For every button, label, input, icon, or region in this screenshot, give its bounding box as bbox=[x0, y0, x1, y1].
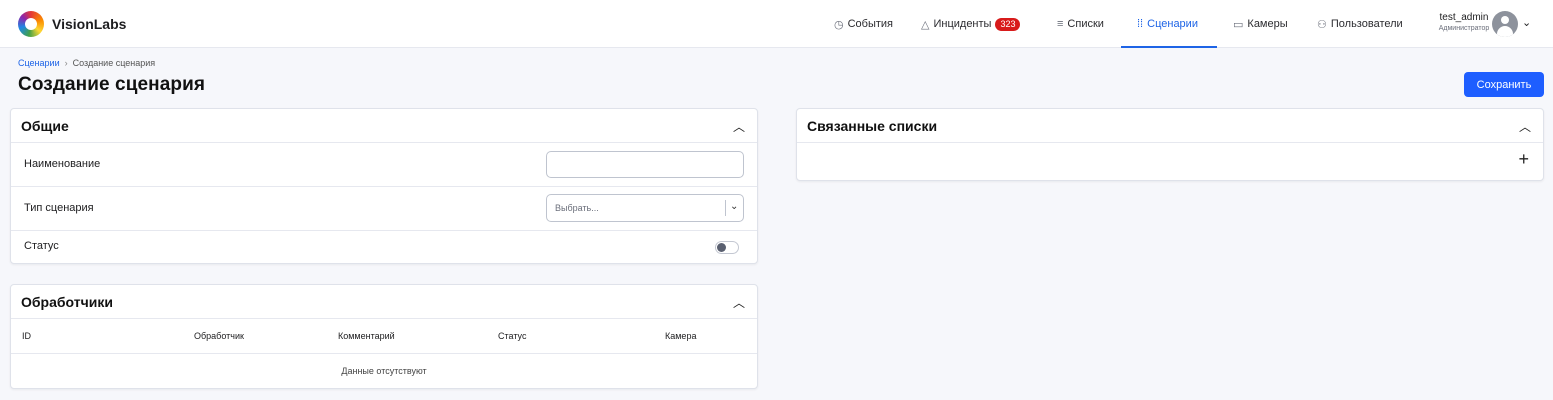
chevron-down-icon: ⌄ bbox=[730, 201, 739, 212]
user-role: Администратор bbox=[1438, 25, 1490, 32]
nav-item-label: Камеры bbox=[1247, 18, 1288, 30]
general-card: Общие ︿ Наименование Тип сценария Выбрат… bbox=[10, 108, 758, 264]
breadcrumb-separator: › bbox=[64, 58, 68, 68]
nav-item-cameras[interactable]: ▭ Камеры bbox=[1233, 0, 1288, 48]
column-header-status[interactable]: Статус bbox=[498, 331, 526, 341]
name-input[interactable] bbox=[546, 151, 744, 178]
handlers-card: Обработчики ︿ ID Обработчик Комментарий … bbox=[10, 284, 758, 389]
main-nav: ◷ События △ Инциденты 323 ≡ Списки ⁞⁞ Сц… bbox=[0, 0, 1553, 48]
breadcrumb-link-scenarios[interactable]: Сценарии bbox=[18, 58, 60, 68]
nav-item-users[interactable]: ⚇ Пользователи bbox=[1317, 0, 1403, 48]
linked-lists-card-header[interactable]: Связанные списки ︿ bbox=[797, 109, 1543, 143]
linked-lists-body: + bbox=[797, 143, 1543, 180]
top-bar: VisionLabs ◷ События △ Инциденты 323 ≡ С… bbox=[0, 0, 1553, 48]
nav-item-scenarios[interactable]: ⁞⁞ Сценарии bbox=[1121, 0, 1217, 48]
user-name: test_admin bbox=[1439, 12, 1489, 23]
chevron-up-icon[interactable]: ︿ bbox=[733, 118, 745, 135]
incidents-count-badge: 323 bbox=[995, 17, 1021, 31]
column-header-id[interactable]: ID bbox=[22, 331, 31, 341]
nav-item-lists[interactable]: ≡ Списки bbox=[1057, 0, 1104, 48]
handlers-table-header: ID Обработчик Комментарий Статус Камера bbox=[11, 319, 757, 354]
nav-item-label: Пользователи bbox=[1330, 18, 1403, 30]
linked-lists-card: Связанные списки ︿ + bbox=[796, 108, 1544, 181]
nav-item-label: События bbox=[847, 18, 894, 30]
list-icon: ≡ bbox=[1057, 18, 1064, 30]
status-toggle[interactable] bbox=[715, 241, 739, 254]
select-divider bbox=[725, 200, 726, 216]
avatar[interactable] bbox=[1492, 11, 1518, 37]
linked-lists-card-title: Связанные списки bbox=[807, 118, 938, 134]
status-label: Статус bbox=[24, 240, 59, 252]
chevron-up-icon[interactable]: ︿ bbox=[1519, 118, 1531, 135]
scenario-type-select[interactable]: Выбрать... ⌄ bbox=[546, 194, 744, 222]
page-title: Создание сценария bbox=[18, 74, 206, 95]
name-label: Наименование bbox=[24, 158, 101, 170]
column-header-handler[interactable]: Обработчик bbox=[194, 331, 244, 341]
scenario-icon: ⁞⁞ bbox=[1137, 18, 1144, 30]
type-label: Тип сценария bbox=[24, 202, 94, 214]
avatar-body bbox=[1497, 26, 1513, 37]
clock-icon: ◷ bbox=[834, 18, 844, 31]
camera-icon: ▭ bbox=[1233, 18, 1244, 31]
handlers-card-header[interactable]: Обработчики ︿ bbox=[11, 285, 757, 319]
users-icon: ⚇ bbox=[1317, 18, 1327, 31]
column-header-comment[interactable]: Комментарий bbox=[338, 331, 395, 341]
select-placeholder: Выбрать... bbox=[555, 203, 599, 213]
column-header-camera[interactable]: Камера bbox=[665, 331, 696, 341]
handlers-card-title: Обработчики bbox=[21, 294, 113, 310]
name-row: Наименование bbox=[11, 143, 757, 187]
status-row: Статус bbox=[11, 231, 757, 263]
nav-item-label: Списки bbox=[1067, 18, 1104, 30]
breadcrumb-current: Создание сценария bbox=[72, 58, 156, 68]
nav-item-label: Сценарии bbox=[1147, 18, 1198, 30]
chevron-down-icon[interactable]: ⌄ bbox=[1522, 16, 1531, 29]
chevron-up-icon[interactable]: ︿ bbox=[733, 294, 745, 311]
empty-state-text: Данные отсутствуют bbox=[341, 366, 427, 376]
breadcrumb: Сценарии › Создание сценария bbox=[18, 58, 155, 68]
save-button[interactable]: Сохранить bbox=[1464, 72, 1544, 97]
general-card-title: Общие bbox=[21, 118, 69, 134]
user-info[interactable]: test_admin Администратор bbox=[1428, 12, 1500, 32]
warning-icon: △ bbox=[921, 18, 930, 31]
nav-item-label: Инциденты bbox=[933, 18, 992, 30]
type-row: Тип сценария Выбрать... ⌄ bbox=[11, 187, 757, 231]
toggle-knob bbox=[717, 243, 726, 252]
avatar-head bbox=[1501, 16, 1509, 24]
handlers-empty-row: Данные отсутствуют bbox=[11, 354, 757, 387]
plus-icon[interactable]: + bbox=[1518, 150, 1529, 168]
general-card-header[interactable]: Общие ︿ bbox=[11, 109, 757, 143]
nav-item-events[interactable]: ◷ События bbox=[834, 0, 893, 48]
nav-item-incidents[interactable]: △ Инциденты 323 bbox=[921, 0, 1021, 48]
